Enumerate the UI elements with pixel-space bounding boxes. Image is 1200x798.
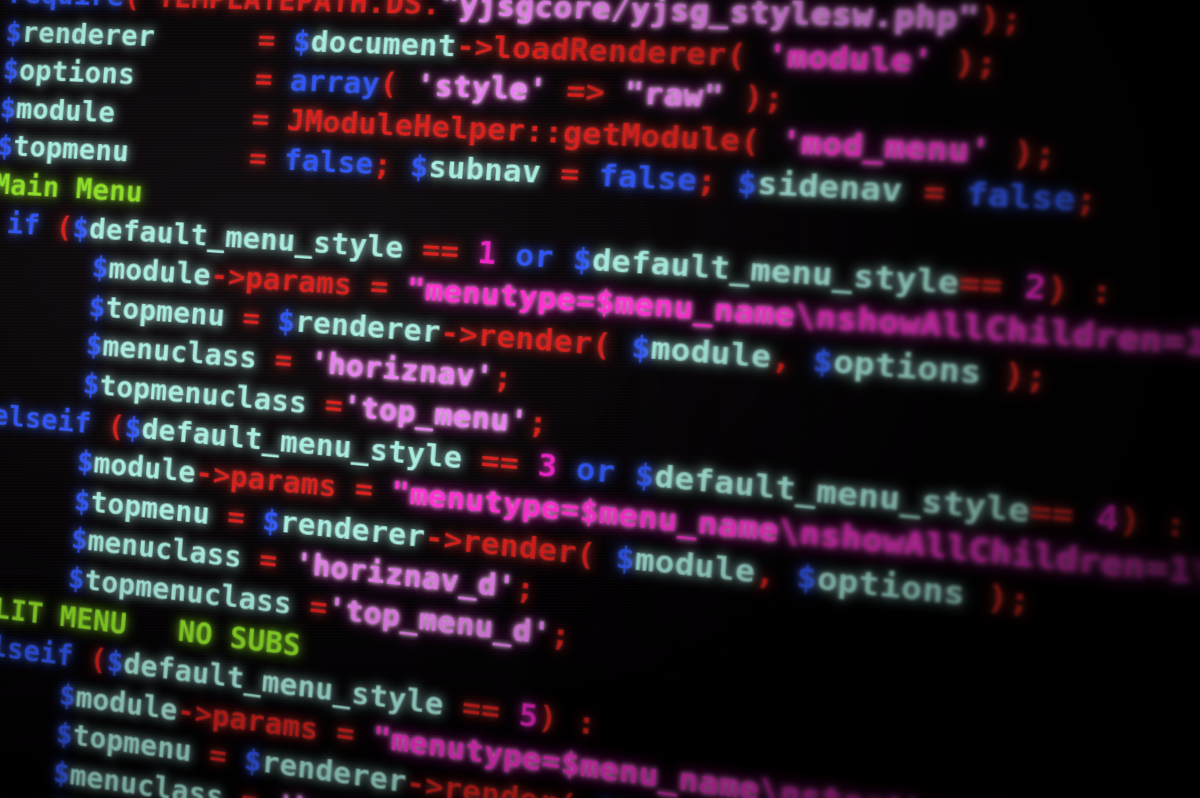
token-false-kw: false	[282, 143, 375, 183]
token-eq: ==	[460, 440, 540, 484]
token-params-prop: ->params	[209, 259, 354, 303]
token-renderer-var: renderer	[294, 304, 442, 351]
token-assign: =	[208, 497, 264, 538]
token-colon: ) :	[1117, 500, 1189, 546]
token-options-var: options	[831, 343, 984, 392]
token-render-call: ->render	[439, 315, 594, 362]
token-eq: ==	[958, 264, 1026, 306]
token-assign: =	[247, 142, 286, 178]
token-close: );	[989, 133, 1058, 174]
token-semicolon: ;	[514, 571, 537, 609]
token-assign: =	[317, 712, 375, 755]
token-style-string: 'style'	[414, 68, 549, 109]
token-sidenav-var: sidenav	[755, 166, 904, 211]
token-document-var: document	[309, 24, 458, 64]
token-eq: ==	[1028, 492, 1098, 537]
token-module-var: module	[14, 92, 117, 130]
token-assign: =	[290, 587, 329, 626]
token-assign: =	[255, 342, 312, 381]
token-sigil: $	[49, 795, 68, 798]
token-if-kw: if	[5, 207, 42, 242]
token-comma: ,	[770, 339, 814, 379]
token-paren: (	[378, 67, 418, 104]
code-perspective-stage: require( TEMPLATEPATH.DS."yjsgcore/yjsg_…	[0, 0, 1200, 798]
token-paren-open: (	[123, 0, 159, 14]
token-colon: ) :	[1045, 269, 1115, 312]
code-screen: require( TEMPLATEPATH.DS."yjsgcore/yjsg_…	[0, 0, 1200, 798]
token-assign: =	[253, 62, 292, 98]
token-assign: =	[240, 541, 297, 582]
token-gap	[114, 97, 253, 136]
token-comment-main-menu: Main Menu	[0, 168, 145, 210]
token-eq: ==	[442, 687, 521, 733]
token-array-kw: array	[288, 64, 382, 102]
token-paren: (	[556, 787, 598, 798]
token-or-kw: or	[555, 449, 637, 493]
token-close: );	[721, 79, 786, 119]
token-assign: =	[900, 173, 968, 214]
token-semicolon: ;	[549, 617, 572, 655]
token-assign: =	[256, 23, 295, 59]
code-plane: require( TEMPLATEPATH.DS."yjsgcore/yjsg_…	[0, 0, 1200, 798]
token-paren: (	[738, 122, 783, 161]
token-gap	[154, 20, 260, 57]
token-elseif-kw: elseif	[0, 398, 93, 441]
token-module-var: module	[649, 330, 773, 376]
token-require: require	[8, 0, 126, 13]
token-sigil: $	[595, 792, 617, 798]
token-paren: (	[590, 326, 633, 365]
token-eq: ==	[402, 231, 480, 271]
token-module-var: module	[107, 252, 213, 293]
token-raw-string: "raw"	[623, 76, 725, 116]
token-semicolon: ;	[492, 360, 514, 398]
token-semicolon: ;	[372, 148, 412, 185]
token-close: );	[963, 575, 1033, 621]
token-semicolon: );	[977, 0, 1024, 40]
token-semicolon: ;	[526, 405, 549, 443]
token-loadrenderer: ->loadRenderer	[454, 29, 728, 74]
token-paren: (	[725, 37, 769, 75]
token-semicolon: ;	[695, 163, 739, 202]
token-mod-menu-string: 'mod_menu'	[779, 124, 993, 171]
token-gap	[128, 136, 251, 175]
token-assign: =	[223, 299, 279, 338]
token-gap	[134, 59, 257, 97]
token-or-kw: or	[495, 236, 575, 277]
token-assign: =	[335, 470, 393, 511]
token-arrow: =>	[545, 73, 626, 112]
token-num-4: 4	[1095, 498, 1121, 539]
token-topmenu-var: topmenu	[12, 130, 131, 170]
token-close: );	[980, 354, 1049, 398]
token-assign: =	[350, 268, 409, 307]
token-subnav-var: subnav	[427, 150, 543, 192]
token-assign: =	[539, 156, 600, 195]
token-module-var: module	[92, 446, 197, 491]
token-assign: =	[190, 735, 246, 778]
token-colon: ) :	[536, 699, 598, 744]
token-paren: (	[575, 535, 617, 576]
token-comma: ,	[753, 554, 798, 595]
token-false-kw: false	[964, 176, 1077, 220]
token-close: );	[931, 43, 1000, 83]
token-renderer-var: renderer	[20, 16, 157, 54]
token-assign: =	[305, 386, 345, 424]
token-false-kw: false	[597, 158, 699, 200]
token-assign: =	[250, 102, 289, 138]
token-options-var: options	[17, 54, 137, 92]
token-topmenu-var: topmenu	[104, 291, 227, 334]
token-module-string: 'module'	[765, 38, 935, 81]
token-semicolon: ;	[1074, 181, 1100, 221]
